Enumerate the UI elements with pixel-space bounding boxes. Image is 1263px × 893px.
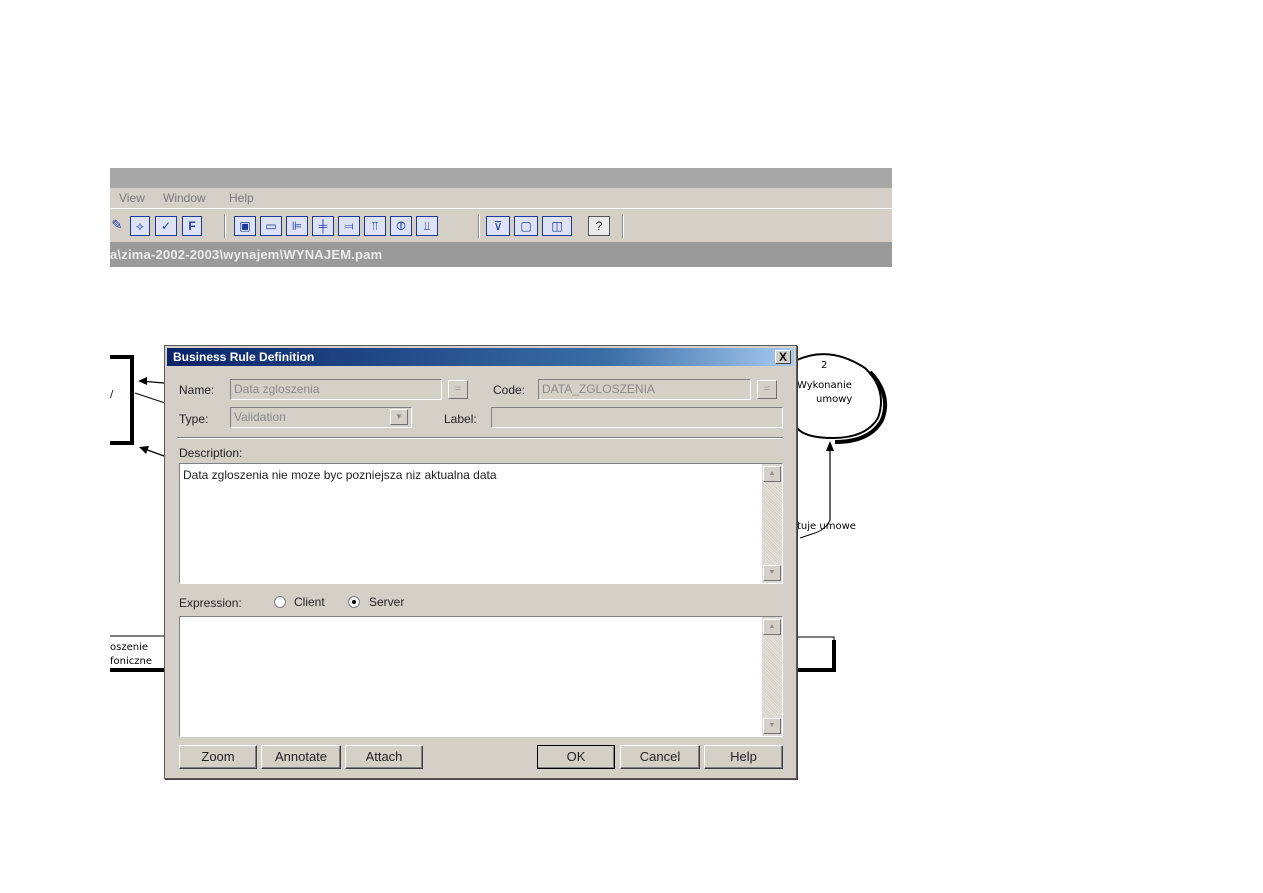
description-scrollbar[interactable]: ▲ ▼	[762, 464, 782, 583]
toolbar-separator	[478, 214, 480, 238]
flow-line-2	[134, 392, 166, 404]
app-titlebar	[110, 168, 892, 188]
type-label: Type:	[179, 412, 209, 426]
text-tool-icon[interactable]: ▣	[234, 216, 256, 236]
process-number: 2	[821, 360, 827, 371]
bottom-right-bracket	[797, 636, 835, 671]
file-path-bar: a\zima-2002-2003\wynajem\WYNAJEM.pam	[110, 243, 892, 267]
business-rule-dialog: Business Rule Definition X Name: Data zg…	[164, 345, 797, 779]
description-label: Description:	[179, 446, 243, 460]
attach-button[interactable]: Attach	[345, 745, 423, 769]
description-textarea[interactable]: Data zgloszenia nie moze byc pozniejsza …	[179, 463, 783, 584]
menu-window[interactable]: Window	[163, 191, 206, 205]
split-window-icon[interactable]: ◫	[542, 216, 572, 236]
name-label: Name:	[179, 383, 215, 397]
name-field[interactable]: Data zgloszenia	[230, 379, 442, 400]
filter-icon[interactable]: ⊽	[486, 216, 510, 236]
pencil-icon[interactable]: ✎	[110, 216, 124, 236]
left-label-line1: oszenie	[110, 642, 148, 653]
dialog-titlebar[interactable]: Business Rule Definition X	[167, 348, 794, 366]
arrow-head-3	[139, 446, 149, 454]
scroll-down-icon[interactable]: ▼	[763, 565, 781, 581]
name-equal-button[interactable]: =	[448, 380, 468, 399]
rectangle-icon[interactable]: ▭	[260, 216, 282, 236]
label-label: Label:	[444, 412, 477, 426]
arrow-head-1	[138, 377, 147, 385]
align-left-icon[interactable]: ⊫	[286, 216, 308, 236]
server-radio-label[interactable]: Server	[369, 595, 404, 609]
client-radio-label[interactable]: Client	[294, 595, 325, 609]
align-right-icon[interactable]: ⫤	[338, 216, 360, 236]
font-icon[interactable]: F	[182, 216, 202, 236]
cancel-button[interactable]: Cancel	[620, 745, 700, 769]
align-center-icon[interactable]: ╪	[312, 216, 334, 236]
help-button[interactable]: Help	[704, 745, 783, 769]
align-bottom-icon[interactable]: ⫫	[416, 216, 438, 236]
zoom-button[interactable]: Zoom	[179, 745, 257, 769]
ok-button[interactable]: OK	[537, 745, 615, 769]
toolbar-separator	[622, 214, 624, 238]
type-select[interactable]: Validation	[230, 407, 412, 428]
description-text: Data zgloszenia nie moze byc pozniejsza …	[183, 468, 497, 482]
expression-label: Expression:	[179, 596, 242, 610]
close-button[interactable]: X	[775, 350, 791, 364]
toolbar: ✎ ⟡ ✓ F ▣ ▭ ⊫ ╪ ⫤ ⫪ ⦷ ⫫ ⊽ ▢ ◫ ?	[110, 208, 892, 243]
text-style-icon[interactable]: ✓	[155, 216, 177, 236]
flow-arrow-up-head	[826, 441, 834, 451]
scroll-up-icon[interactable]: ▲	[763, 466, 781, 482]
server-radio[interactable]	[348, 596, 360, 608]
dialog-title: Business Rule Definition	[173, 350, 315, 364]
type-select-value: Validation	[234, 410, 286, 424]
expression-scrollbar[interactable]: ▲ ▼	[762, 617, 782, 736]
menu-view[interactable]: View	[119, 191, 145, 205]
file-path: a\zima-2002-2003\wynajem\WYNAJEM.pam	[110, 247, 383, 262]
menubar: View Window Help	[110, 188, 892, 208]
align-top-icon[interactable]: ⫪	[364, 216, 386, 236]
process-name-line1: Wykonanie	[797, 380, 852, 391]
process-name-line2: umowy	[816, 394, 852, 405]
annotate-button[interactable]: Annotate	[261, 745, 341, 769]
svg-text:/: /	[110, 389, 114, 400]
left-entity-bracket	[110, 355, 134, 445]
scroll-down-icon[interactable]: ▼	[763, 718, 781, 734]
chevron-down-icon[interactable]: ▼	[390, 409, 408, 425]
help-icon[interactable]: ?	[588, 216, 610, 236]
code-field[interactable]: DATA_ZGLOSZENIA	[538, 379, 751, 400]
bottom-right-bracket-thick	[797, 640, 836, 672]
align-middle-icon[interactable]: ⦷	[390, 216, 412, 236]
code-equal-button[interactable]: =	[757, 380, 777, 399]
label-field[interactable]	[491, 407, 783, 428]
scroll-up-icon[interactable]: ▲	[763, 619, 781, 635]
left-label-line2: foniczne	[110, 656, 152, 667]
window-icon[interactable]: ▢	[514, 216, 538, 236]
menu-help[interactable]: Help	[229, 191, 254, 205]
expression-textarea[interactable]: ▲ ▼	[179, 616, 783, 737]
divider	[177, 437, 783, 439]
toolbar-separator	[224, 214, 226, 238]
paint-icon[interactable]: ⟡	[130, 216, 150, 236]
client-radio[interactable]	[274, 596, 286, 608]
code-label: Code:	[493, 383, 526, 397]
flow-label: tuje umowe	[797, 521, 856, 532]
